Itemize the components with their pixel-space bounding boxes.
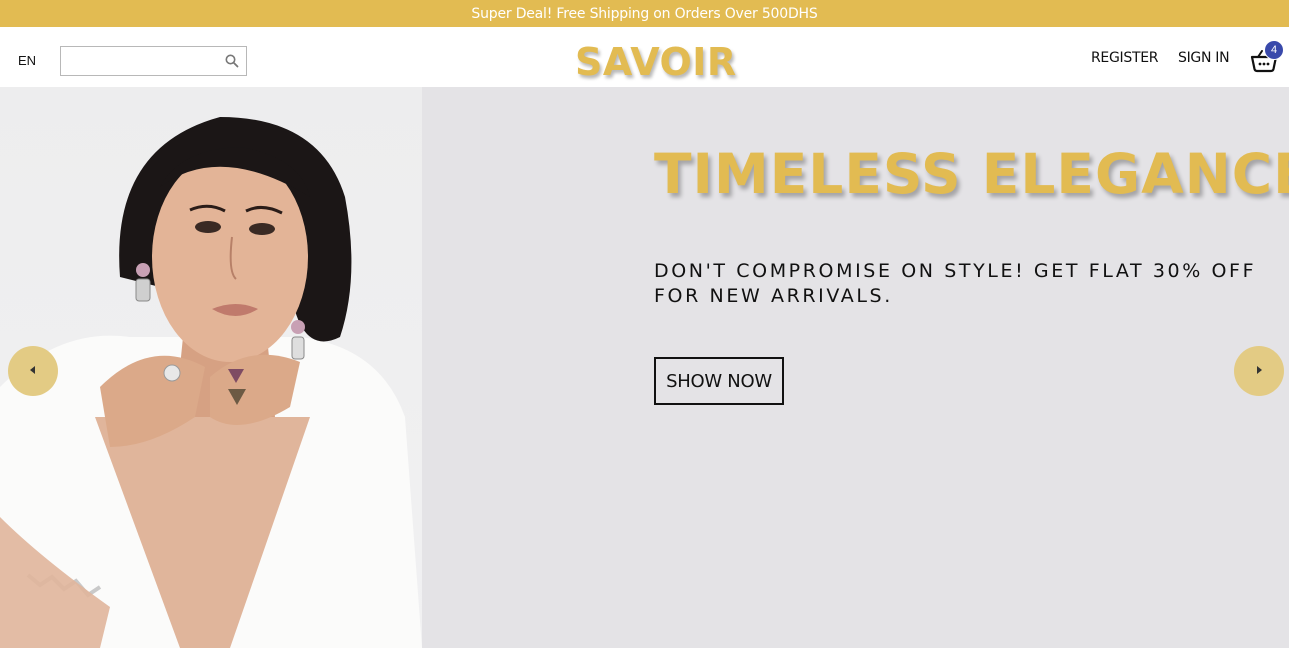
hero-model-image <box>0 87 422 648</box>
signin-link[interactable]: SIGN IN <box>1178 50 1230 66</box>
hero-banner: TIMELESS ELEGANCE DON'T COMPROMISE ON ST… <box>0 87 1289 648</box>
announcement-bar: Super Deal! Free Shipping on Orders Over… <box>0 0 1289 27</box>
carousel-prev-button[interactable] <box>8 346 58 396</box>
cart-count-badge: 4 <box>1264 40 1284 60</box>
chevron-left-icon <box>28 362 38 380</box>
chevron-right-icon <box>1254 362 1264 380</box>
language-selector[interactable]: EN <box>18 53 36 68</box>
carousel-next-button[interactable] <box>1234 346 1284 396</box>
search-box <box>60 46 247 76</box>
search-icon[interactable] <box>224 53 240 69</box>
register-link[interactable]: REGISTER <box>1091 50 1158 66</box>
show-now-button[interactable]: SHOW NOW <box>654 357 784 405</box>
hero-subtitle: DON'T COMPROMISE ON STYLE! GET FLAT 30% … <box>654 260 1257 307</box>
site-header: EN SAVOIR REGISTER SIGN IN 4 <box>0 27 1289 87</box>
search-input[interactable] <box>61 47 221 75</box>
hero-title: TIMELESS ELEGANCE <box>654 142 1289 206</box>
announcement-text: Super Deal! Free Shipping on Orders Over… <box>471 5 818 22</box>
site-logo[interactable]: SAVOIR <box>575 40 737 84</box>
